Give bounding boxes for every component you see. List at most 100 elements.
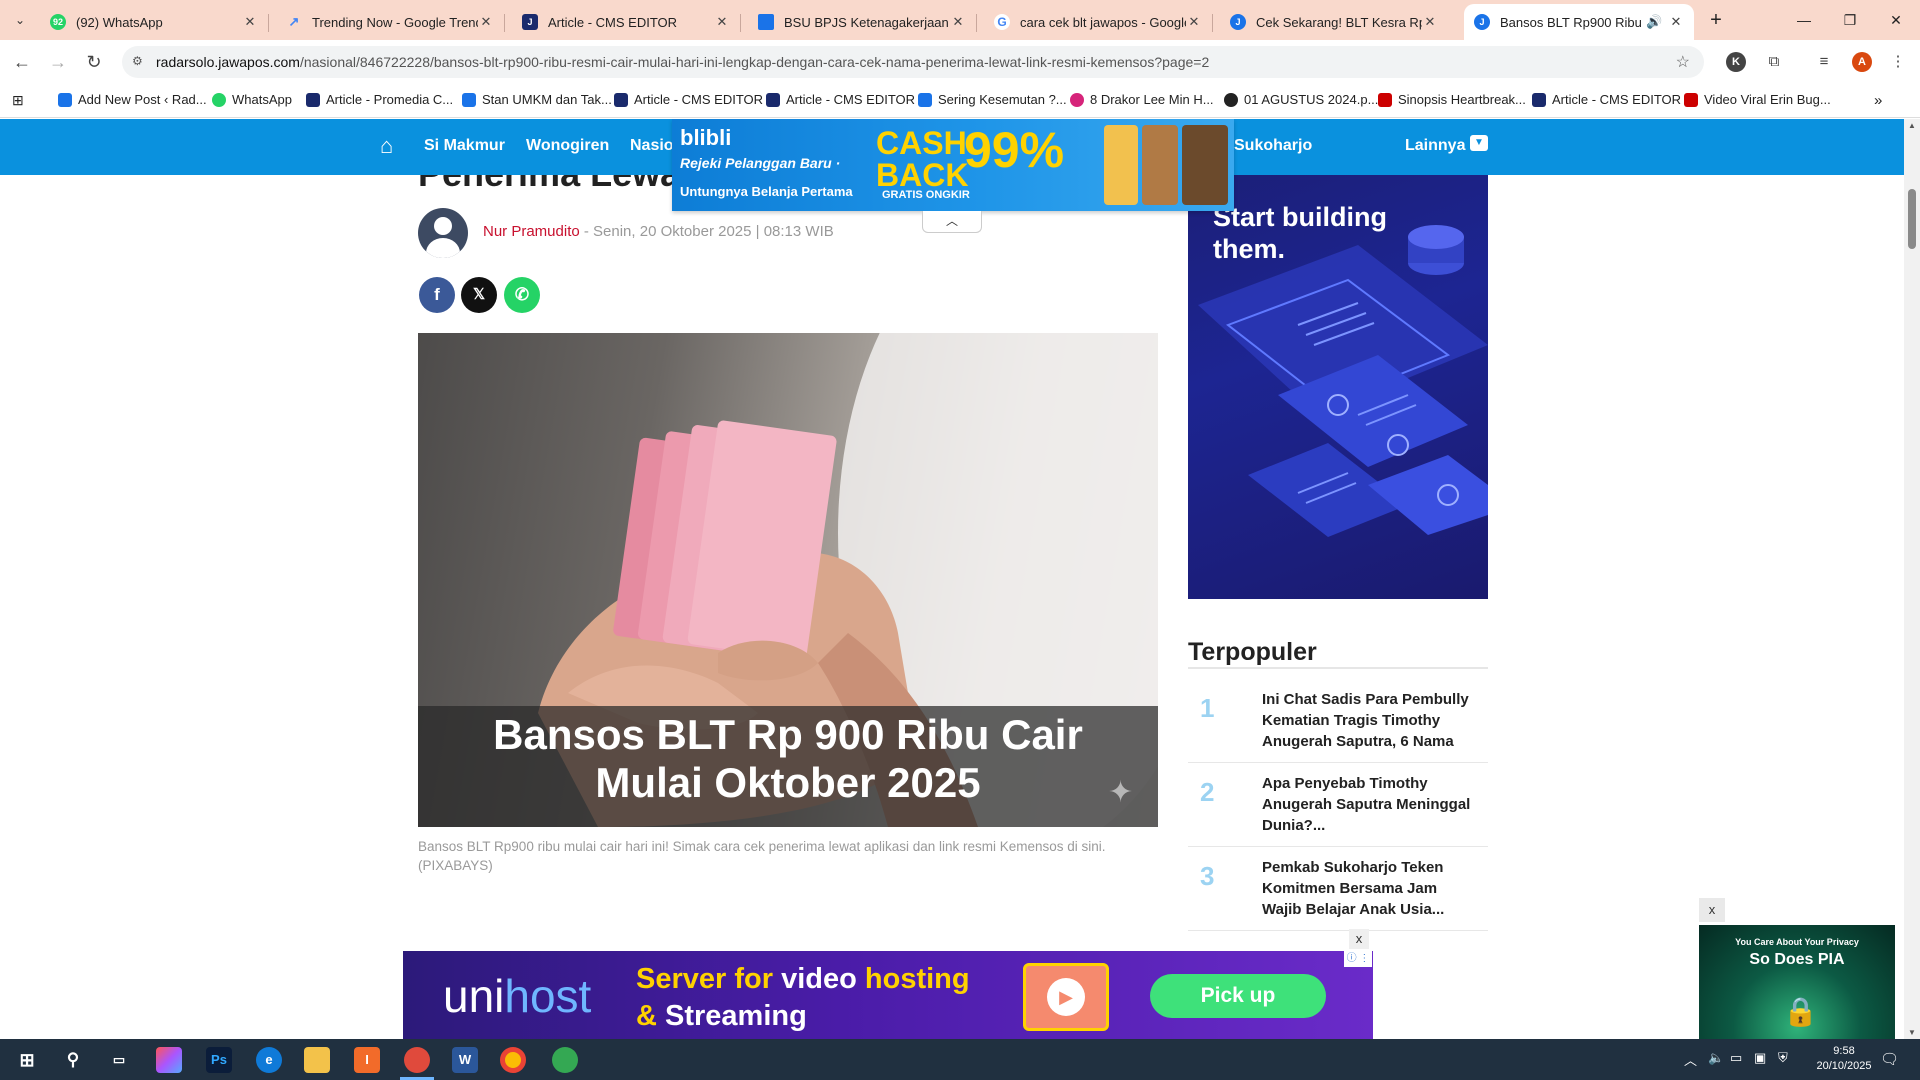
forward-icon[interactable]: →	[46, 50, 70, 74]
ad-choices-icon[interactable]: ⓘ ⋮	[1344, 951, 1372, 967]
pick-up-button[interactable]: Pick up	[1150, 974, 1326, 1018]
close-tab-icon[interactable]: ✕	[714, 14, 730, 30]
task-view-icon[interactable]: ▭	[106, 1047, 132, 1073]
nav-nasional[interactable]: Nasio	[630, 137, 674, 155]
tab-cms-editor[interactable]: J Article - CMS EDITOR ✕	[512, 4, 741, 40]
media-control-icon[interactable]: ≡	[1812, 50, 1836, 74]
site-info-icon[interactable]: ⚙	[132, 54, 148, 70]
reload-icon[interactable]: ↻	[82, 50, 106, 74]
scroll-down-icon[interactable]: ▼	[1906, 1028, 1918, 1037]
system-clock[interactable]: 9:58 20/10/2025	[1812, 1044, 1876, 1074]
bookmark-item[interactable]: Sering Kesemutan ?...	[918, 92, 1067, 107]
bottom-banner-ad[interactable]: x unihost Server for video hosting & Str…	[403, 929, 1373, 1039]
restore-button[interactable]: ❐	[1830, 8, 1870, 32]
search-icon[interactable]: ⚲	[60, 1047, 86, 1073]
profile-avatar[interactable]: A	[1852, 52, 1872, 72]
close-ad-button[interactable]: x	[1349, 929, 1369, 949]
bookmark-item[interactable]: Stan UMKM dan Tak...	[462, 92, 612, 107]
bookmark-item[interactable]: Article - CMS EDITOR	[1532, 92, 1681, 107]
bookmark-item[interactable]: Add New Post ‹ Rad...	[58, 92, 207, 107]
volume-icon[interactable]: 🔈	[1708, 1050, 1724, 1066]
bookmark-item[interactable]: 8 Drakor Lee Min H...	[1070, 92, 1214, 107]
page-scrollbar[interactable]: ▲ ▼	[1904, 119, 1920, 1039]
nav-lainnya[interactable]: Lainnya	[1405, 137, 1465, 155]
photoshop-icon[interactable]: Ps	[206, 1047, 232, 1073]
popular-item[interactable]: 3 Pemkab Sukoharjo Teken Komitmen Bersam…	[1188, 847, 1488, 931]
address-bar[interactable]: ⚙ radarsolo.jawapos.com/nasional/8467222…	[122, 46, 1704, 78]
start-icon[interactable]: ⊞	[14, 1047, 40, 1073]
tab-google-search[interactable]: G cara cek blt jawapos - Google S ✕	[984, 4, 1213, 40]
bookmark-item[interactable]: 01 AGUSTUS 2024.p...	[1224, 92, 1378, 107]
bookmark-item[interactable]: Sinopsis Heartbreak...	[1378, 92, 1526, 107]
extension-avatar[interactable]: K	[1726, 52, 1746, 72]
top-banner-ad[interactable]: blibli Rejeki Pelanggan Baru · Untungnya…	[672, 119, 1234, 211]
close-tab-icon[interactable]: ✕	[1668, 14, 1684, 30]
popular-title[interactable]: Pemkab Sukoharjo Teken Komitmen Bersama …	[1262, 857, 1478, 920]
chrome-alt-icon[interactable]	[552, 1047, 578, 1073]
dropdown-icon[interactable]: ▼	[1470, 135, 1488, 151]
author-name[interactable]: Nur Pramudito	[483, 223, 580, 240]
chrome-profile-icon[interactable]	[404, 1047, 430, 1073]
slogan-part: Server for	[636, 963, 774, 995]
nav-sukoharjo[interactable]: Sukoharjo	[1234, 137, 1312, 155]
tray-chevron-icon[interactable]: ︿	[1684, 1050, 1697, 1069]
bookmark-item[interactable]: Article - Promedia C...	[306, 92, 453, 107]
apps-icon[interactable]: ⊞	[12, 92, 24, 109]
facebook-share-icon[interactable]: f	[419, 277, 455, 313]
scroll-thumb[interactable]	[1908, 189, 1916, 249]
bookmark-star-icon[interactable]: ☆	[1676, 52, 1690, 72]
close-tab-icon[interactable]: ✕	[1422, 14, 1438, 30]
battery-icon[interactable]: ▣	[1754, 1050, 1766, 1066]
bookmark-item[interactable]: Video Viral Erin Bug...	[1684, 92, 1831, 107]
tab-bsu-bpjs[interactable]: BSU BPJS Ketenagakerjaan Dise ✕	[748, 4, 977, 40]
edge-icon[interactable]: e	[256, 1047, 282, 1073]
tab-cek-blt[interactable]: J Cek Sekarang! BLT Kesra Rp900 ✕	[1220, 4, 1448, 40]
popular-item[interactable]: 1 Ini Chat Sadis Para Pembully Kematian …	[1188, 679, 1488, 763]
chrome-icon[interactable]	[500, 1047, 526, 1073]
tab-bansos-active[interactable]: J Bansos BLT Rp900 Ribu Res 🔊 ✕	[1464, 4, 1694, 40]
network-icon[interactable]: ▭	[1730, 1050, 1742, 1066]
tab-whatsapp[interactable]: 92 (92) WhatsApp ✕	[40, 4, 269, 40]
file-explorer-icon[interactable]	[304, 1047, 330, 1073]
bookmark-item[interactable]: Article - CMS EDITOR	[766, 92, 915, 107]
new-tab-button[interactable]: +	[1696, 8, 1736, 32]
tab-google-trends[interactable]: ↗ Trending Now - Google Trends ✕	[276, 4, 505, 40]
menu-icon[interactable]: ⋮	[1886, 50, 1910, 74]
home-icon[interactable]: ⌂	[380, 133, 393, 159]
author-avatar[interactable]	[418, 208, 468, 258]
tab-search-icon[interactable]: ⌄	[8, 8, 32, 32]
pia-vpn-ad[interactable]: You Care About Your Privacy So Does PIA …	[1699, 925, 1895, 1039]
whatsapp-share-icon[interactable]: ✆	[504, 277, 540, 313]
shield-icon[interactable]: ⛨	[1778, 1050, 1788, 1066]
close-window-button[interactable]: ✕	[1876, 8, 1916, 32]
sidebar-ad[interactable]: Start building them.	[1188, 175, 1488, 599]
word-icon[interactable]: W	[452, 1047, 478, 1073]
more-bookmarks-icon[interactable]: »	[1874, 92, 1882, 109]
close-tab-icon[interactable]: ✕	[478, 14, 494, 30]
x-share-icon[interactable]: 𝕏	[461, 277, 497, 313]
close-tab-icon[interactable]: ✕	[242, 14, 258, 30]
nav-si-makmur[interactable]: Si Makmur	[424, 137, 505, 155]
close-pia-ad-button[interactable]: x	[1699, 898, 1725, 922]
app-icon[interactable]: I	[354, 1047, 380, 1073]
close-tab-icon[interactable]: ✕	[1186, 14, 1202, 30]
popular-title[interactable]: Apa Penyebab Timothy Anugerah Saputra Me…	[1262, 773, 1478, 836]
close-tab-icon[interactable]: ✕	[950, 14, 966, 30]
collapse-ad-button[interactable]: ︿	[922, 211, 982, 233]
bookmark-item[interactable]: Article - CMS EDITOR	[614, 92, 763, 107]
notifications-icon[interactable]: 🗨	[1880, 1050, 1899, 1068]
bookmarks-bar: ⊞ Add New Post ‹ Rad... WhatsApp Article…	[0, 84, 1920, 118]
video-play-button[interactable]: ▶	[1023, 963, 1109, 1031]
unihost-banner[interactable]: unihost Server for video hosting & Strea…	[403, 951, 1373, 1039]
copilot-icon[interactable]	[156, 1047, 182, 1073]
browser-toolbar: ← → ↻ ⚙ radarsolo.jawapos.com/nasional/8…	[0, 40, 1920, 84]
popular-item[interactable]: 2 Apa Penyebab Timothy Anugerah Saputra …	[1188, 763, 1488, 847]
nav-wonogiren[interactable]: Wonogiren	[526, 137, 609, 155]
extensions-icon[interactable]: ⧉	[1762, 50, 1786, 74]
bookmark-item[interactable]: WhatsApp	[212, 92, 292, 107]
scroll-up-icon[interactable]: ▲	[1906, 121, 1918, 130]
speaker-icon[interactable]: 🔊	[1646, 14, 1662, 30]
back-icon[interactable]: ←	[10, 50, 34, 74]
popular-title[interactable]: Ini Chat Sadis Para Pembully Kematian Tr…	[1262, 689, 1478, 752]
minimize-button[interactable]: —	[1784, 8, 1824, 32]
